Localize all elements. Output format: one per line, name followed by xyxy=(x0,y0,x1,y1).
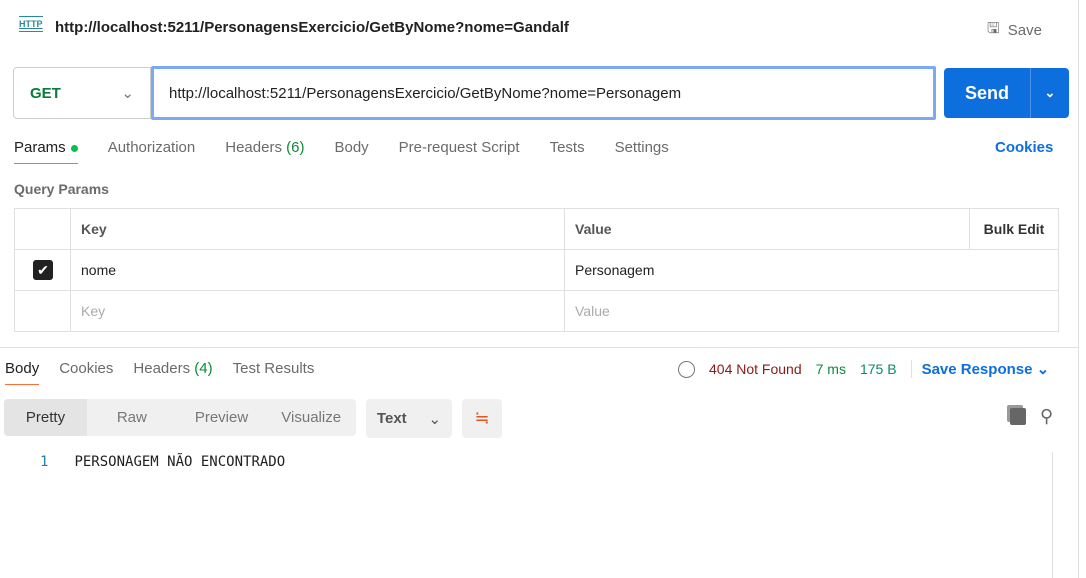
empty-check xyxy=(14,290,71,332)
params-indicator xyxy=(70,144,78,152)
status-code[interactable]: 404 Not Found xyxy=(709,361,802,377)
save-label: Save xyxy=(1007,22,1042,39)
tab-response-headers[interactable]: Headers (4) xyxy=(133,360,212,385)
tab-response-body[interactable]: Body xyxy=(5,360,40,385)
chevron-down-icon: ⌄ xyxy=(428,410,442,428)
view-pretty[interactable]: Pretty xyxy=(4,399,87,436)
pane-border xyxy=(1078,0,1079,578)
request-tabs: Params Authorization Headers (6) Body Pr… xyxy=(14,139,669,164)
url-input[interactable]: http://localhost:5211/PersonagensExercic… xyxy=(151,66,936,120)
value-header: Value xyxy=(564,208,970,250)
view-visualize[interactable]: Visualize xyxy=(266,399,356,436)
tab-headers[interactable]: Headers (6) xyxy=(225,139,304,164)
copy-icon[interactable] xyxy=(1010,408,1026,425)
send-label: Send xyxy=(964,82,1009,103)
table-row: ✔ nome Personagem xyxy=(14,249,1059,291)
tab-label: Params xyxy=(14,139,66,156)
method-select[interactable]: GET ⌄ xyxy=(13,67,151,119)
format-value: Text xyxy=(376,410,407,427)
table-row: Key Value xyxy=(14,290,1059,332)
tab-tests[interactable]: Tests xyxy=(550,139,585,164)
tab-settings[interactable]: Settings xyxy=(615,139,669,164)
view-preview[interactable]: Preview xyxy=(177,399,267,436)
format-select[interactable]: Text ⌄ xyxy=(366,399,452,438)
divider xyxy=(0,347,1078,348)
send-button[interactable]: Send ⌄ xyxy=(944,68,1069,118)
cookies-link[interactable]: Cookies xyxy=(995,139,1053,156)
chevron-down-icon: ⌄ xyxy=(1036,361,1050,378)
tab-label: Headers xyxy=(133,360,191,377)
params-table: Key Value Bulk Edit ✔ nome Personagem Key Val… xyxy=(14,208,1059,332)
tab-pre-request-script[interactable]: Pre-request Script xyxy=(399,139,520,164)
value-input[interactable]: Value xyxy=(564,290,1059,332)
request-title: http://localhost:5211/PersonagensExercic… xyxy=(55,19,569,36)
tab-label: Headers xyxy=(225,139,282,156)
tab-params[interactable]: Params xyxy=(14,139,78,164)
key-cell[interactable]: nome xyxy=(70,249,565,291)
headers-count: (4) xyxy=(194,360,213,377)
response-size[interactable]: 175 B xyxy=(860,361,897,377)
response-time[interactable]: 7 ms xyxy=(816,361,846,377)
search-icon[interactable]: ⚲ xyxy=(1040,406,1053,427)
response-body: 1 PERSONAGEM NÃO ENCONTRADO xyxy=(40,454,285,470)
http-icon: HTTP xyxy=(19,16,43,32)
view-mode-selector: Pretty Raw Preview Visualize xyxy=(4,399,356,436)
checkbox[interactable]: ✔ xyxy=(33,260,53,280)
key-input[interactable]: Key xyxy=(70,290,565,332)
method-value: GET xyxy=(30,84,61,102)
wrap-lines-icon[interactable]: ≒ xyxy=(462,399,502,438)
value-cell[interactable]: Personagem xyxy=(564,249,1059,291)
key-header: Key xyxy=(70,208,565,250)
tab-test-results[interactable]: Test Results xyxy=(233,360,315,385)
save-response-button[interactable]: Save Response ⌄ xyxy=(910,360,1050,378)
line-number: 1 xyxy=(40,454,49,470)
response-status: 404 Not Found 7 ms 175 B Save Response ⌄ xyxy=(678,360,1049,378)
bulk-edit-button[interactable]: Bulk Edit xyxy=(969,208,1059,250)
save-response-label: Save Response xyxy=(921,361,1033,378)
scrollbar[interactable] xyxy=(1052,452,1053,578)
tab-response-cookies[interactable]: Cookies xyxy=(59,360,113,385)
headers-count: (6) xyxy=(286,139,305,156)
view-raw[interactable]: Raw xyxy=(87,399,177,436)
chevron-down-icon: ⌄ xyxy=(121,85,134,102)
check-col xyxy=(14,208,71,250)
url-value: http://localhost:5211/PersonagensExercic… xyxy=(169,84,682,102)
save-icon: 🖫 xyxy=(987,20,1000,37)
table-header: Key Value Bulk Edit xyxy=(14,208,1059,250)
tab-body[interactable]: Body xyxy=(334,139,368,164)
globe-icon[interactable] xyxy=(678,360,695,378)
chevron-down-icon[interactable]: ⌄ xyxy=(1030,68,1069,118)
query-params-title: Query Params xyxy=(14,181,109,197)
response-tabs: Body Cookies Headers (4) Test Results xyxy=(5,360,314,385)
code-line: PERSONAGEM NÃO ENCONTRADO xyxy=(74,454,286,470)
tab-authorization[interactable]: Authorization xyxy=(108,139,196,164)
save-button[interactable]: 🖫 Save xyxy=(987,18,1042,43)
